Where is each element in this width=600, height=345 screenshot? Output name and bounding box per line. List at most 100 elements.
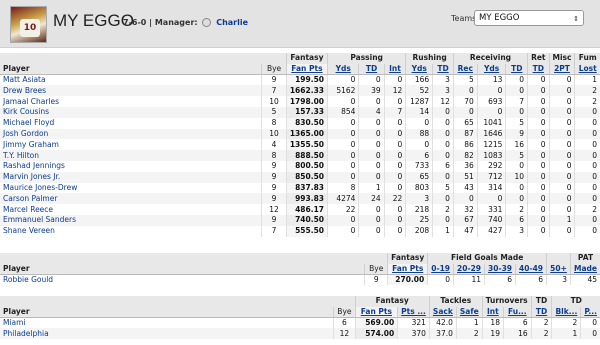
sort-pass-yds[interactable]: Yds <box>336 64 351 73</box>
offense-player-row: Jamaal Charles 10 1798.00 0 0 0 1287 12 70 693 7 0 0… <box>0 96 600 107</box>
player-name-link[interactable]: Rashad Jennings <box>0 161 262 172</box>
sort-fg-40-49[interactable]: 40-49 <box>519 264 543 273</box>
stat-cell: 2 <box>574 96 600 107</box>
sort-fum-rec[interactable]: Fu... <box>508 307 527 316</box>
player-name-link[interactable]: Jimmy Graham <box>0 139 262 150</box>
sort-pass-td[interactable]: TD <box>366 64 377 73</box>
stat-cell: 87 <box>452 128 478 140</box>
fantasy-points-cell: 993.83 <box>285 193 328 205</box>
player-name-link[interactable]: Michael Floyd <box>0 118 262 129</box>
stat-cell: 0 <box>405 117 433 129</box>
sort-fg-0-19[interactable]: 0-19 <box>431 264 450 273</box>
stat-cell: 4274 <box>327 193 359 205</box>
group-tackles: Tackles <box>428 296 483 307</box>
stat-cell: 1 <box>551 328 581 340</box>
sort-rec[interactable]: Rec <box>458 64 473 73</box>
group-fantasy: Fantasy <box>285 53 328 64</box>
stat-cell: 0 <box>327 171 359 183</box>
player-name-link[interactable]: Shane Vereen <box>0 226 262 237</box>
sort-2pt[interactable]: 2PT <box>554 64 570 73</box>
stat-cell: 0 <box>358 171 385 183</box>
offense-player-row: Rashad Jennings 9 800.50 0 0 0 733 6 36 292 0 0 0 0 <box>0 160 600 172</box>
stat-cell: 2 <box>574 204 600 215</box>
stat-cell: 2 <box>530 317 552 329</box>
manager-label: | Manager: <box>149 18 198 27</box>
fantasy-points-cell: 1662.33 <box>285 85 328 97</box>
stat-cell: 0 <box>358 225 385 237</box>
stat-cell: 0 <box>383 225 406 237</box>
stat-cell: 6 <box>432 160 454 172</box>
fantasy-points-cell: 850.50 <box>285 171 328 183</box>
stat-cell: 0 <box>548 204 575 215</box>
stat-cell: 0 <box>548 96 575 107</box>
player-name-link[interactable]: Emmanuel Sanders <box>0 214 262 226</box>
player-name-link[interactable]: Matt Asiata <box>0 75 262 86</box>
sort-pass-int[interactable]: Int <box>389 64 401 73</box>
offense-player-row: Marvin Jones Jr. 9 850.50 0 0 0 65 0 51 712 10 0 0 0 <box>0 171 600 183</box>
sort-int[interactable]: Int <box>487 307 499 316</box>
stat-cell: 1646 <box>476 128 506 140</box>
manager-link[interactable]: Charlie <box>216 18 248 27</box>
player-name-link[interactable]: Marvin Jones Jr. <box>0 171 262 183</box>
stat-cell: 86 <box>452 139 478 151</box>
stat-cell: 39 <box>358 85 385 97</box>
stat-cell: 0 <box>358 96 385 107</box>
player-name-link[interactable]: Carson Palmer <box>0 193 262 205</box>
sort-fg-20-29[interactable]: 20-29 <box>457 264 481 273</box>
player-name-link[interactable]: Kirk Cousins <box>0 106 262 118</box>
stat-cell: 0 <box>432 214 454 226</box>
offense-player-row: Kirk Cousins 5 157.33 854 4 7 14 0 0 0 0 0 0 0 <box>0 106 600 118</box>
stat-cell: 5 <box>505 117 528 129</box>
sort-pat-made[interactable]: Made <box>574 264 597 273</box>
group-receiving: Receiving <box>452 53 528 64</box>
player-name-link[interactable]: Drew Brees <box>0 85 262 97</box>
offense-player-row: Maurice Jones-Drew 9 837.83 8 1 0 803 5 43 314 0 0 0… <box>0 182 600 194</box>
stat-cell: 0 <box>548 74 575 86</box>
stat-cell: 1287 <box>405 96 433 107</box>
stat-cell: 67 <box>452 214 478 226</box>
sort-sack[interactable]: Sack <box>433 307 453 316</box>
player-name-link[interactable]: T.Y. Hilton <box>0 150 262 161</box>
sort-defense-fan-pts[interactable]: Fan Pts <box>361 307 392 316</box>
player-name-link[interactable]: Miami <box>0 318 334 329</box>
sort-blk[interactable]: Blk... <box>555 307 577 316</box>
player-name-link[interactable]: Robbie Gould <box>0 275 365 286</box>
sort-rec-yds[interactable]: Yds <box>484 64 499 73</box>
col-kicker-bye: Bye <box>364 263 388 276</box>
sort-safe[interactable]: Safe <box>460 307 479 316</box>
stat-cell: 0 <box>527 204 550 215</box>
player-name-link[interactable]: Josh Gordon <box>0 128 262 140</box>
sort-pts-allowed[interactable]: Pts ... <box>401 307 426 316</box>
stat-cell: 0 <box>427 274 454 286</box>
sort-rush-yds[interactable]: Yds <box>412 64 427 73</box>
sort-def-td[interactable]: TD <box>536 307 547 316</box>
player-name-link[interactable]: Philadelphia <box>0 328 334 340</box>
sort-pa[interactable]: P... <box>584 307 597 316</box>
teams-dropdown[interactable]: MY EGGO ⇕ <box>474 10 584 26</box>
sort-rec-td[interactable]: TD <box>511 64 522 73</box>
stat-cell: 3 <box>546 274 571 286</box>
stat-cell: 0 <box>452 85 478 97</box>
stat-cell: 1 <box>455 317 483 329</box>
sort-kicker-fan-pts[interactable]: Fan Pts <box>392 264 423 273</box>
player-name-link[interactable]: Maurice Jones-Drew <box>0 183 262 194</box>
fantasy-points-cell: 199.50 <box>285 74 328 86</box>
sort-ret-td[interactable]: TD <box>533 64 544 73</box>
stat-cell: 32 <box>452 204 478 215</box>
stat-cell: 0 <box>548 182 575 194</box>
stat-cell: 0 <box>327 225 359 237</box>
sort-fg-50-plus[interactable]: 50+ <box>550 264 567 273</box>
stat-cell: 0 <box>383 128 406 140</box>
sort-rush-td[interactable]: TD <box>437 64 448 73</box>
player-name-link[interactable]: Marcel Reece <box>0 204 262 215</box>
sort-fg-30-39[interactable]: 30-39 <box>488 264 512 273</box>
group-td: TD <box>530 296 552 307</box>
stat-cell: 2 <box>530 328 552 340</box>
sort-fan-pts[interactable]: Fan Pts <box>291 64 322 73</box>
bye-cell: 4 <box>261 139 287 151</box>
player-name-link[interactable]: Jamaal Charles <box>0 96 262 107</box>
sort-fum-lost[interactable]: Lost <box>579 64 597 73</box>
stat-cell: 0 <box>527 85 550 97</box>
stat-cell: 3 <box>432 85 454 97</box>
col-defense-player: Player <box>0 306 334 319</box>
